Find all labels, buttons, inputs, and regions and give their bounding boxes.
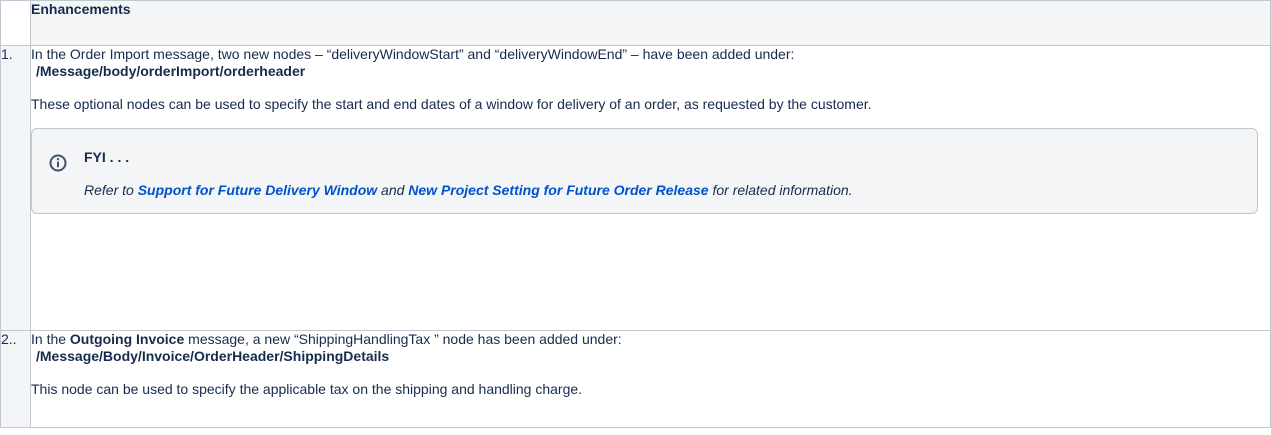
enhancements-table: Enhancements 1. In the Order Import mess… [0, 0, 1271, 428]
row-content: In the Order Import message, two new nod… [30, 45, 1271, 331]
panel-text-before: Refer to [84, 182, 138, 198]
row-number: 2.. [0, 330, 31, 428]
row-content: In the Outgoing Invoice message, a new “… [30, 330, 1271, 428]
row-intro: In the Outgoing Invoice message, a new “… [31, 331, 1270, 348]
node-path: /Message/body/orderImport/orderheader [36, 63, 306, 79]
info-panel-text: Refer to Support for Future Delivery Win… [84, 182, 853, 198]
info-icon [49, 154, 67, 172]
row-description: These optional nodes can be used to spec… [31, 96, 872, 112]
panel-text-middle: and [377, 182, 409, 198]
header-number-cell [0, 0, 31, 46]
info-panel-title: FYI . . . [84, 149, 130, 165]
node-path: /Message/Body/Invoice/OrderHeader/Shippi… [36, 348, 390, 364]
row-description: This node can be used to specify the app… [31, 381, 583, 397]
row-intro-after: message, a new “ShippingHandlingTax ” no… [184, 331, 622, 347]
row-number: 1. [0, 45, 31, 331]
table-row: 1. In the Order Import message, two new … [0, 45, 1271, 331]
row-intro: In the Order Import message, two new nod… [31, 46, 795, 62]
table-heading: Enhancements [30, 0, 1271, 46]
link-support-future-delivery-window[interactable]: Support for Future Delivery Window [138, 182, 377, 198]
table-header-row: Enhancements [0, 0, 1271, 46]
row-intro-before: In the [31, 331, 70, 347]
info-panel: FYI . . . Refer to Support for Future De… [31, 128, 1258, 214]
panel-text-after: for related information. [708, 182, 853, 198]
link-new-project-setting[interactable]: New Project Setting for Future Order Rel… [408, 182, 708, 198]
row-intro-bold: Outgoing Invoice [69, 331, 185, 347]
table-row: 2.. In the Outgoing Invoice message, a n… [0, 330, 1271, 428]
